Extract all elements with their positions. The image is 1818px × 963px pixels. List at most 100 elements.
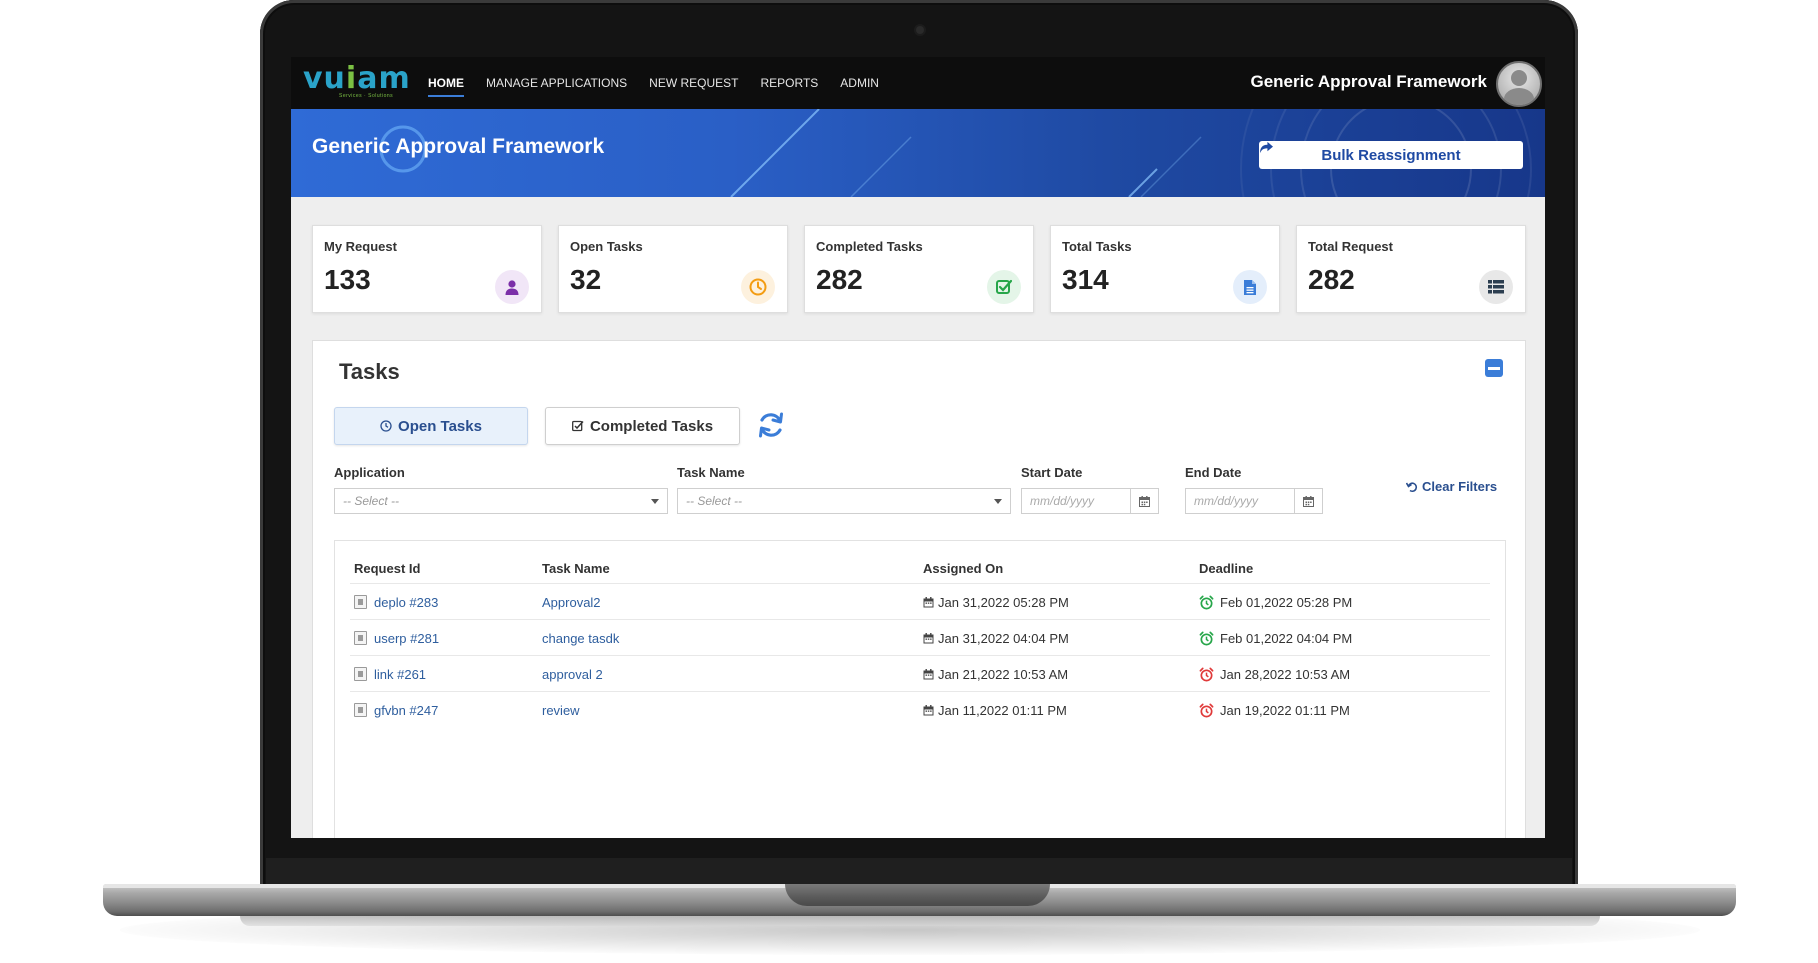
end-date-input[interactable] <box>1186 489 1294 513</box>
collapse-panel-button[interactable] <box>1485 359 1503 377</box>
request-id-link[interactable]: gfvbn #247 <box>374 703 438 718</box>
task-name-select[interactable]: -- Select -- <box>677 488 1011 514</box>
end-date-field <box>1185 488 1323 514</box>
nav-item-home[interactable]: HOME <box>428 72 464 97</box>
top-navbar: vuiam Services · Solutions HOME MANAGE A… <box>291 57 1545 109</box>
start-date-input[interactable] <box>1022 489 1130 513</box>
table-row[interactable]: userp #281 change tasdk Jan 31,2022 04:0… <box>350 619 1490 656</box>
application-select-value: -- Select -- <box>343 494 400 508</box>
tasks-panel: Tasks Open Tasks Completed Tasks Applica… <box>312 340 1526 838</box>
nav-item-admin[interactable]: ADMIN <box>840 72 879 94</box>
column-header-assigned-on[interactable]: Assigned On <box>923 561 1003 576</box>
calendar-icon[interactable] <box>1130 489 1158 513</box>
request-icon <box>354 667 367 681</box>
clock-icon <box>380 420 392 432</box>
stat-value: 314 <box>1062 264 1109 295</box>
stat-card-total-tasks[interactable]: Total Tasks 314 <box>1050 225 1280 313</box>
calendar-icon[interactable] <box>1294 489 1322 513</box>
request-id-link[interactable]: deplo #283 <box>374 595 438 610</box>
task-name-link[interactable]: Approval2 <box>542 584 601 620</box>
application-filter-label: Application <box>334 465 405 480</box>
stat-card-open-tasks[interactable]: Open Tasks 32 <box>558 225 788 313</box>
calendar-icon <box>923 596 934 608</box>
request-icon <box>354 703 367 717</box>
nav-item-new-request[interactable]: NEW REQUEST <box>649 72 738 94</box>
stat-card-completed-tasks[interactable]: Completed Tasks 282 <box>804 225 1034 313</box>
user-icon <box>495 270 529 304</box>
alarm-clock-icon <box>1199 667 1214 682</box>
tasks-title: Tasks <box>339 359 400 384</box>
assigned-on-value: Jan 11,2022 01:11 PM <box>938 702 1067 718</box>
laptop-camera <box>916 26 924 34</box>
vuram-logo[interactable]: vuiam Services · Solutions <box>303 61 411 105</box>
check-square-icon <box>987 270 1021 304</box>
task-name-link[interactable]: approval 2 <box>542 656 603 692</box>
table-row[interactable]: deplo #283 Approval2 Jan 31,2022 05:28 P… <box>350 583 1490 620</box>
chevron-down-icon <box>651 499 659 504</box>
stat-value: 32 <box>570 264 602 295</box>
column-header-deadline[interactable]: Deadline <box>1199 561 1253 576</box>
table-row[interactable]: link #261 approval 2 Jan 21,2022 10:53 A… <box>350 655 1490 692</box>
bulk-reassignment-button[interactable]: Bulk Reassignment <box>1259 141 1523 169</box>
logo-wordmark: vuiam <box>303 61 411 96</box>
stat-label: Completed Tasks <box>816 239 923 254</box>
deadline-value: Feb 01,2022 05:28 PM <box>1220 594 1353 610</box>
calendar-icon <box>923 668 934 680</box>
bulk-reassignment-label: Bulk Reassignment <box>1321 146 1461 164</box>
stat-card-total-request[interactable]: Total Request 282 <box>1296 225 1526 313</box>
start-date-label: Start Date <box>1021 465 1083 480</box>
calendar-icon <box>923 704 934 716</box>
nav-menu: HOME MANAGE APPLICATIONS NEW REQUEST REP… <box>428 57 901 109</box>
minus-icon <box>1488 366 1500 370</box>
request-id-link[interactable]: link #261 <box>374 667 426 682</box>
banner-title: Generic Approval Framework <box>312 135 605 158</box>
refresh-icon[interactable] <box>756 410 786 440</box>
assigned-on-value: Jan 21,2022 10:53 AM <box>938 666 1069 682</box>
column-header-task-name[interactable]: Task Name <box>542 561 610 576</box>
request-icon <box>354 595 367 609</box>
check-square-icon <box>572 420 584 432</box>
table-row[interactable]: gfvbn #247 review Jan 11,2022 01:11 PM J… <box>350 691 1490 728</box>
column-header-request-id[interactable]: Request Id <box>354 561 420 576</box>
task-name-link[interactable]: review <box>542 692 580 728</box>
deadline-value: Feb 01,2022 04:04 PM <box>1220 630 1353 646</box>
request-icon <box>354 631 367 645</box>
application-select[interactable]: -- Select -- <box>334 488 668 514</box>
page-banner: Generic Approval Framework Bulk Reassign… <box>291 109 1545 197</box>
share-arrow-icon <box>1260 141 1273 154</box>
stat-cards: My Request 133 Open Tasks 32 Completed T… <box>312 225 1526 313</box>
tab-open-tasks[interactable]: Open Tasks <box>334 407 528 445</box>
task-name-link[interactable]: change tasdk <box>542 620 619 656</box>
request-id-link[interactable]: userp #281 <box>374 631 439 646</box>
laptop-notch <box>785 884 1050 906</box>
nav-item-reports[interactable]: REPORTS <box>761 72 819 94</box>
chevron-down-icon <box>994 499 1002 504</box>
user-avatar[interactable] <box>1496 61 1542 107</box>
end-date-label: End Date <box>1185 465 1242 480</box>
stat-label: Total Tasks <box>1062 239 1132 254</box>
alarm-clock-icon <box>1199 595 1214 610</box>
tab-completed-tasks[interactable]: Completed Tasks <box>545 407 740 445</box>
tab-open-tasks-label: Open Tasks <box>398 417 482 435</box>
laptop-foot <box>240 916 1600 926</box>
clear-filters-label: Clear Filters <box>1422 479 1498 494</box>
clear-filters-button[interactable]: Clear Filters <box>1406 479 1497 494</box>
stat-card-my-request[interactable]: My Request 133 <box>312 225 542 313</box>
assigned-on-value: Jan 31,2022 04:04 PM <box>938 630 1069 646</box>
clock-icon <box>741 270 775 304</box>
assigned-on-value: Jan 31,2022 05:28 PM <box>938 594 1069 610</box>
stat-label: Total Request <box>1308 239 1393 254</box>
stat-label: Open Tasks <box>570 239 643 254</box>
stat-value: 282 <box>816 264 863 295</box>
document-icon <box>1233 270 1267 304</box>
app-title: Generic Approval Framework <box>1250 72 1487 91</box>
nav-item-manage-applications[interactable]: MANAGE APPLICATIONS <box>486 72 627 94</box>
stat-value: 133 <box>324 264 371 295</box>
deadline-value: Jan 19,2022 01:11 PM <box>1220 702 1350 718</box>
start-date-field <box>1021 488 1159 514</box>
tab-completed-tasks-label: Completed Tasks <box>589 417 714 435</box>
stat-label: My Request <box>324 239 397 254</box>
task-name-select-value: -- Select -- <box>686 494 743 508</box>
calendar-icon <box>923 632 934 644</box>
tasks-table: Request Id Task Name Assigned On Deadlin… <box>334 540 1506 838</box>
